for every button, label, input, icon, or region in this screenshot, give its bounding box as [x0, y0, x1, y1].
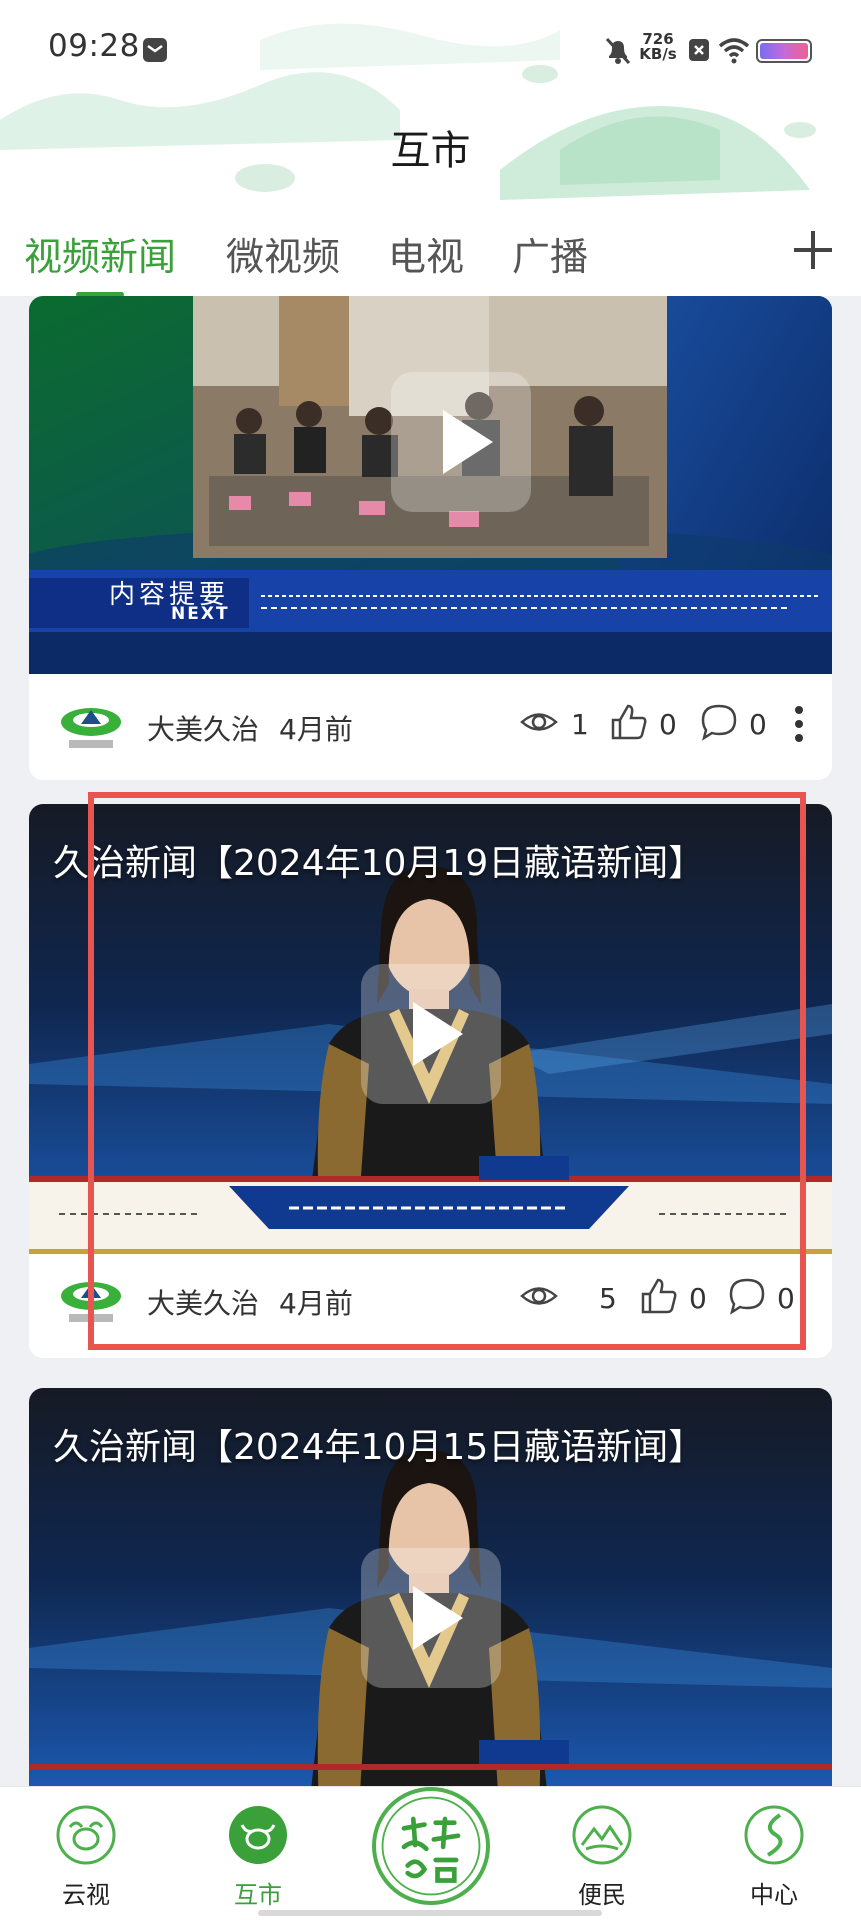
video-title[interactable]: 久治新闻【2024年10月19日藏语新闻】	[53, 834, 704, 886]
video-feed[interactable]: 内容提要 NEXT 大美久治 4月前 1 0 0 久治新闻【2024年10月19…	[0, 296, 861, 1786]
likes-count: 0	[659, 708, 677, 741]
header: 09:28 726 KB/s 互市 视频新闻 微视频 电视 广播	[0, 0, 861, 296]
author-name[interactable]: 大美久治	[147, 708, 259, 748]
nav-label: 互市	[234, 1881, 282, 1909]
thumbs-up-icon[interactable]	[609, 702, 649, 742]
video-card[interactable]: 久治新闻【2024年10月15日藏语新闻】	[29, 1388, 832, 1786]
views-count: 5	[599, 1282, 617, 1315]
post-time: 4月前	[279, 1287, 353, 1320]
thumb-sub-caption: NEXT	[171, 604, 230, 624]
play-button[interactable]	[391, 372, 531, 512]
video-card[interactable]: 久治新闻【2024年10月19日藏语新闻】 大美久治 4月前 5 0 0	[29, 804, 832, 1358]
eye-icon	[520, 1287, 558, 1305]
mute-bell-icon	[605, 37, 631, 65]
video-thumbnail[interactable]: 内容提要 NEXT	[29, 296, 832, 674]
nav-label: 中心	[750, 1881, 798, 1909]
bull-icon	[229, 1806, 287, 1864]
play-button[interactable]	[361, 964, 501, 1104]
comment-icon[interactable]	[727, 1276, 767, 1316]
yak-icon	[56, 1805, 116, 1865]
views-count: 1	[571, 708, 589, 741]
notification-icon	[143, 38, 167, 62]
card-meta: 大美久治 4月前 5 0 0	[29, 1248, 832, 1348]
channel-avatar[interactable]	[59, 696, 123, 760]
nav-label: 云视	[62, 1881, 110, 1909]
comments-count: 0	[777, 1282, 795, 1315]
play-button[interactable]	[361, 1548, 501, 1688]
tab-bar: 视频新闻 微视频 电视 广播	[0, 220, 861, 296]
video-title[interactable]: 久治新闻【2024年10月15日藏语新闻】	[53, 1418, 704, 1470]
comments-count: 0	[749, 708, 767, 741]
battery-icon	[756, 39, 812, 63]
nav-item-zhongxin[interactable]: 中心	[714, 1787, 834, 1920]
wifi-icon	[718, 38, 750, 64]
post-time: 4月前	[279, 713, 353, 746]
page-title: 互市	[390, 128, 471, 174]
tab-video-news[interactable]: 视频新闻	[24, 226, 176, 281]
likes-count: 0	[689, 1282, 707, 1315]
nav-item-bianmin[interactable]: 便民	[542, 1787, 662, 1920]
eye-icon	[520, 713, 558, 731]
card-meta: 大美久治 4月前 1 0 0	[29, 674, 832, 774]
bottom-nav: 云视 互市 便民 中心	[0, 1786, 861, 1920]
nav-item-yunshi[interactable]: 云视	[26, 1787, 146, 1920]
tab-micro-video[interactable]: 微视频	[226, 226, 340, 281]
video-thumbnail[interactable]: 久治新闻【2024年10月19日藏语新闻】	[29, 804, 832, 1254]
video-card[interactable]: 内容提要 NEXT 大美久治 4月前 1 0 0	[29, 296, 832, 780]
channel-avatar[interactable]	[59, 1270, 123, 1334]
landscape-icon	[572, 1805, 632, 1865]
status-time: 09:28	[48, 28, 140, 64]
network-speed: 726 KB/s	[638, 32, 678, 62]
tab-tv[interactable]: 电视	[388, 226, 464, 281]
nav-item-hushi[interactable]: 互市	[198, 1787, 318, 1920]
video-thumbnail[interactable]: 久治新闻【2024年10月15日藏语新闻】	[29, 1388, 832, 1786]
network-speed-unit: KB/s	[639, 45, 677, 63]
more-options-icon[interactable]	[793, 704, 805, 744]
center-logo[interactable]	[372, 1787, 490, 1905]
nav-label: 便民	[578, 1881, 626, 1909]
sim-x-icon	[689, 39, 709, 61]
status-bar: 09:28 726 KB/s	[0, 0, 861, 100]
comment-icon[interactable]	[699, 702, 739, 742]
plus-icon[interactable]	[790, 220, 836, 280]
road-icon	[744, 1805, 804, 1865]
tab-radio[interactable]: 广播	[512, 226, 588, 281]
home-indicator[interactable]	[258, 1910, 602, 1916]
author-name[interactable]: 大美久治	[147, 1282, 259, 1322]
thumbs-up-icon[interactable]	[639, 1276, 679, 1316]
